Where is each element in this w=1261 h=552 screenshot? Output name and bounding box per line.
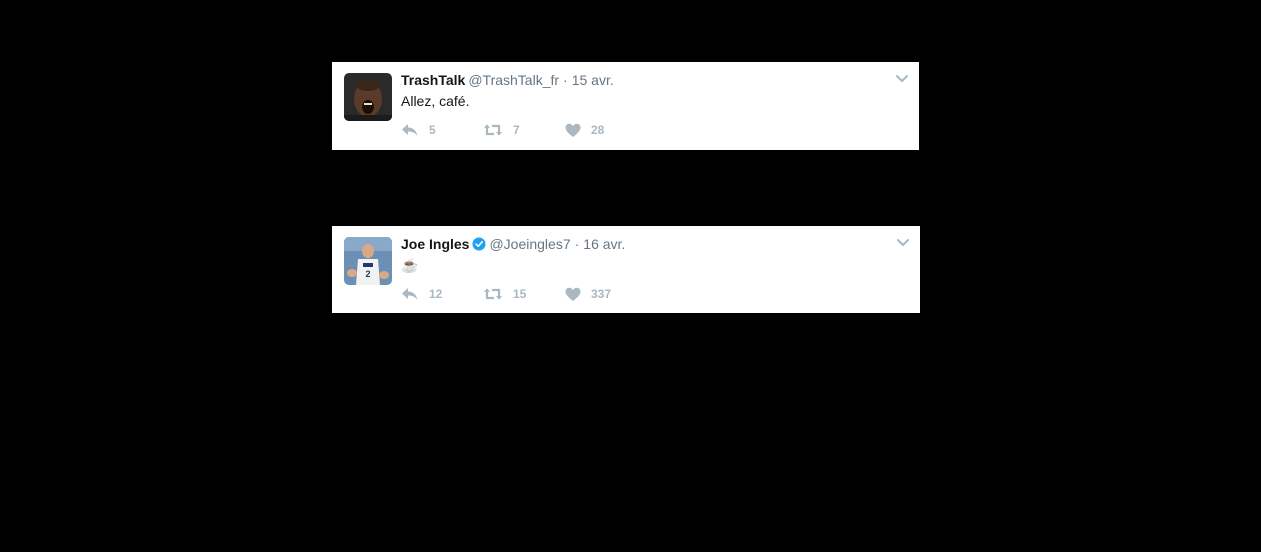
tweet-actions: 12 15 337 — [401, 284, 701, 304]
reply-icon — [402, 288, 418, 300]
avatar[interactable] — [344, 73, 392, 121]
reply-icon — [402, 124, 418, 136]
tweet-card[interactable]: TrashTalk @TrashTalk_fr · 15 avr. Allez, ca… — [332, 62, 919, 150]
tweet-actions: 5 7 28 — [401, 120, 701, 140]
tweet-header: Joe Ingles @Joeingles7 · 16 avr. — [401, 236, 625, 252]
author-name[interactable]: TrashTalk — [401, 72, 465, 88]
reply-button[interactable]: 5 — [401, 120, 436, 140]
retweet-count: 7 — [513, 123, 520, 137]
retweet-button[interactable]: 7 — [483, 120, 520, 140]
avatar[interactable]: 2 — [344, 237, 392, 285]
basketball-player-avatar-icon: 2 — [344, 237, 392, 285]
author-handle[interactable]: @Joeingles7 — [489, 236, 570, 252]
author-name[interactable]: Joe Ingles — [401, 236, 469, 252]
heart-icon — [565, 123, 581, 137]
like-count: 337 — [591, 287, 612, 301]
tweet-header: TrashTalk @TrashTalk_fr · 15 avr. — [401, 72, 614, 88]
chevron-down-icon[interactable] — [895, 72, 909, 84]
separator: · — [574, 236, 580, 252]
like-count: 28 — [591, 123, 605, 137]
author-handle[interactable]: @TrashTalk_fr — [468, 72, 559, 88]
retweet-icon — [484, 288, 502, 300]
tweet-text: Allez, café. — [401, 93, 470, 109]
player-shouting-avatar-icon — [344, 73, 392, 121]
like-button[interactable]: 337 — [565, 284, 611, 304]
reply-button[interactable]: 12 — [401, 284, 442, 304]
tweet-text: ☕ — [401, 257, 419, 273]
verified-badge-icon — [472, 237, 486, 251]
svg-text:2: 2 — [365, 269, 370, 279]
chevron-down-icon[interactable] — [896, 236, 910, 248]
tweet-card[interactable]: 2 Joe Ingles @Joeingles7 · 16 avr. ☕ 12 15 — [332, 226, 920, 313]
reply-count: 12 — [429, 287, 443, 301]
retweet-icon — [484, 124, 502, 136]
like-button[interactable]: 28 — [565, 120, 604, 140]
heart-icon — [565, 287, 581, 301]
tweet-date[interactable]: 16 avr. — [583, 236, 625, 252]
retweet-button[interactable]: 15 — [483, 284, 526, 304]
separator: · — [563, 72, 568, 88]
retweet-count: 15 — [513, 287, 527, 301]
tweet-date[interactable]: 15 avr. — [572, 72, 614, 88]
reply-count: 5 — [429, 123, 436, 137]
